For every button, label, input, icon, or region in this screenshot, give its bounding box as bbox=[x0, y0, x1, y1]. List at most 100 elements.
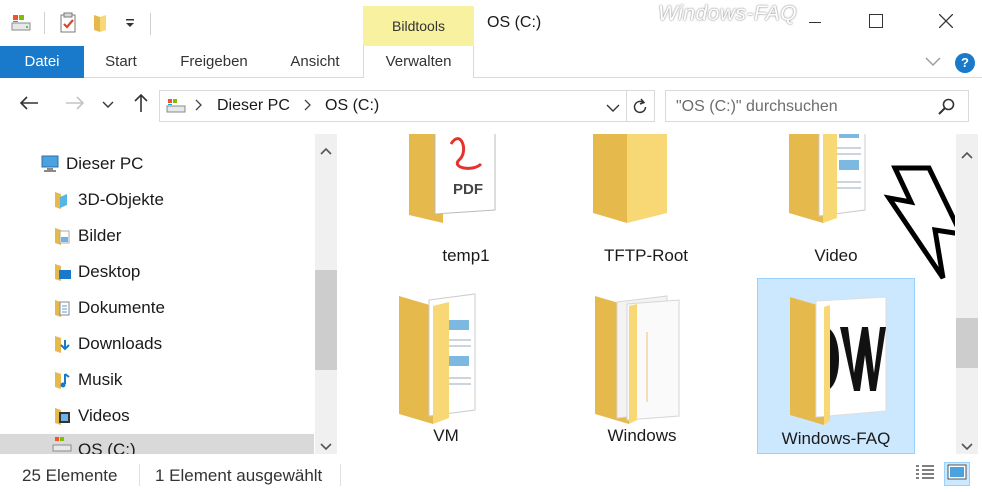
tree-item-label: Bilder bbox=[78, 226, 122, 245]
tree-item-3d-objekte[interactable]: 3D-Objekte bbox=[52, 184, 164, 216]
downloads-icon bbox=[52, 334, 72, 354]
tree-item-dieser-pc[interactable]: Dieser PC bbox=[40, 148, 143, 180]
forward-button[interactable] bbox=[62, 92, 88, 118]
up-button[interactable] bbox=[128, 92, 154, 118]
chevron-down-icon bbox=[102, 97, 114, 114]
tree-item-label: Dieser PC bbox=[66, 154, 144, 173]
3d-objects-icon bbox=[52, 190, 72, 210]
chevron-right-icon[interactable] bbox=[194, 98, 204, 116]
large-icons-view-button[interactable] bbox=[944, 462, 970, 486]
tree-item-label: Downloads bbox=[78, 334, 163, 353]
watermark-logo: Windows-FAQ bbox=[658, 2, 798, 25]
desktop-icon bbox=[52, 262, 72, 282]
file-list: PDF temp1 TFTP-Root Video VM Windows Win… bbox=[341, 134, 955, 454]
status-separator bbox=[340, 464, 341, 486]
tab-ansicht[interactable]: Ansicht bbox=[278, 46, 352, 78]
recent-locations-button[interactable] bbox=[98, 92, 118, 118]
nav-pane-scrollbar[interactable] bbox=[315, 134, 337, 454]
file-list-scroll-thumb[interactable] bbox=[956, 318, 978, 368]
chevron-down-icon bbox=[924, 54, 942, 71]
address-divider bbox=[626, 91, 627, 121]
customize-dropdown-icon[interactable] bbox=[117, 10, 143, 36]
tree-item-downloads[interactable]: Downloads bbox=[52, 328, 162, 360]
item-count: 25 Elemente bbox=[22, 466, 118, 485]
status-separator bbox=[139, 464, 140, 486]
navigation-pane: Dieser PC 3D-Objekte Bilder Desktop Doku… bbox=[0, 134, 340, 454]
search-box[interactable] bbox=[665, 90, 969, 122]
tree-item-bilder[interactable]: Bilder bbox=[52, 220, 121, 252]
tab-verwalten[interactable]: Verwalten bbox=[363, 46, 474, 79]
drive-icon bbox=[52, 434, 72, 454]
qat-separator bbox=[44, 12, 45, 34]
window-title: OS (C:) bbox=[487, 14, 542, 31]
search-input[interactable] bbox=[676, 96, 926, 118]
properties-check-icon[interactable] bbox=[55, 10, 81, 36]
refresh-button[interactable] bbox=[630, 97, 650, 121]
file-item-label: temp1 bbox=[442, 246, 490, 265]
refresh-icon bbox=[630, 98, 650, 121]
tree-item-label: 3D-Objekte bbox=[78, 190, 164, 209]
expand-ribbon-button[interactable] bbox=[924, 54, 942, 71]
minimize-button[interactable] bbox=[785, 0, 845, 46]
file-item-temp1[interactable]: PDF temp1 bbox=[387, 134, 545, 274]
file-item-windows-faq[interactable]: Windows-FAQ bbox=[757, 278, 915, 454]
file-list-scrollbar[interactable] bbox=[956, 134, 978, 454]
tree-item-desktop[interactable]: Desktop bbox=[52, 256, 140, 288]
details-view-button[interactable] bbox=[912, 462, 938, 486]
file-item-tftp-root[interactable]: TFTP-Root bbox=[567, 134, 725, 274]
quick-access-toolbar bbox=[8, 10, 143, 36]
new-folder-icon[interactable] bbox=[87, 10, 113, 36]
help-button[interactable]: ? bbox=[955, 53, 975, 73]
scroll-down-icon[interactable] bbox=[320, 438, 332, 455]
nav-pane-scroll-thumb[interactable] bbox=[315, 270, 337, 370]
tree-item-label: OS (C:) bbox=[78, 440, 136, 454]
address-history-dropdown[interactable] bbox=[606, 100, 620, 117]
file-item-label: TFTP-Root bbox=[603, 246, 689, 265]
file-item-windows[interactable]: Windows bbox=[563, 278, 721, 454]
close-icon bbox=[938, 13, 954, 32]
drive-icon[interactable] bbox=[8, 10, 34, 36]
tab-freigeben[interactable]: Freigeben bbox=[168, 46, 260, 78]
tree-item-videos[interactable]: Videos bbox=[52, 400, 130, 432]
annotation-arrow-icon bbox=[881, 164, 955, 288]
file-item-label: VM bbox=[433, 426, 459, 445]
tree-item-dokumente[interactable]: Dokumente bbox=[52, 292, 165, 324]
minimize-icon bbox=[809, 15, 821, 32]
tree-item-label: Dokumente bbox=[78, 298, 165, 317]
chevron-down-icon bbox=[606, 100, 620, 117]
videos-icon bbox=[52, 406, 72, 426]
close-button[interactable] bbox=[916, 0, 976, 46]
search-icon[interactable] bbox=[937, 97, 957, 121]
tree-item-musik[interactable]: Musik bbox=[52, 364, 122, 396]
ribbon-tabs: Datei Start Freigeben Ansicht Verwalten bbox=[0, 46, 982, 79]
tree-item-label: Desktop bbox=[78, 262, 141, 281]
chevron-right-icon[interactable] bbox=[303, 98, 313, 116]
scroll-up-icon[interactable] bbox=[320, 142, 332, 159]
qat-divider bbox=[150, 13, 151, 35]
arrow-up-icon bbox=[133, 93, 149, 117]
file-item-label: Windows-FAQ bbox=[781, 429, 891, 448]
address-bar[interactable]: Dieser PC OS (C:) bbox=[159, 90, 655, 122]
tree-item-os-c[interactable]: OS (C:) bbox=[0, 434, 314, 454]
selection-count: 1 Element ausgewählt bbox=[155, 466, 323, 485]
maximize-icon bbox=[869, 14, 883, 32]
tab-datei[interactable]: Datei bbox=[0, 46, 84, 78]
scroll-down-icon[interactable] bbox=[961, 438, 973, 455]
file-item-vm[interactable]: VM bbox=[367, 278, 525, 454]
computer-icon bbox=[40, 154, 60, 174]
file-item-label: Windows bbox=[607, 426, 677, 445]
tab-start[interactable]: Start bbox=[90, 46, 152, 78]
drive-icon bbox=[166, 98, 186, 118]
title-bar: Bildtools OS (C:) Windows-FAQ bbox=[0, 0, 982, 46]
breadcrumb-os-c[interactable]: OS (C:) bbox=[325, 97, 379, 115]
scroll-up-icon[interactable] bbox=[961, 146, 973, 163]
breadcrumb-dieser-pc[interactable]: Dieser PC bbox=[217, 97, 290, 115]
pictures-icon bbox=[52, 226, 72, 246]
tree-item-label: Videos bbox=[78, 406, 130, 425]
music-icon bbox=[52, 370, 72, 390]
back-button[interactable] bbox=[16, 92, 42, 118]
maximize-button[interactable] bbox=[846, 0, 906, 46]
details-view-icon bbox=[915, 464, 935, 484]
status-bar: 25 Elemente 1 Element ausgewählt bbox=[0, 456, 982, 492]
contextual-tab-label: Bildtools bbox=[392, 18, 445, 34]
